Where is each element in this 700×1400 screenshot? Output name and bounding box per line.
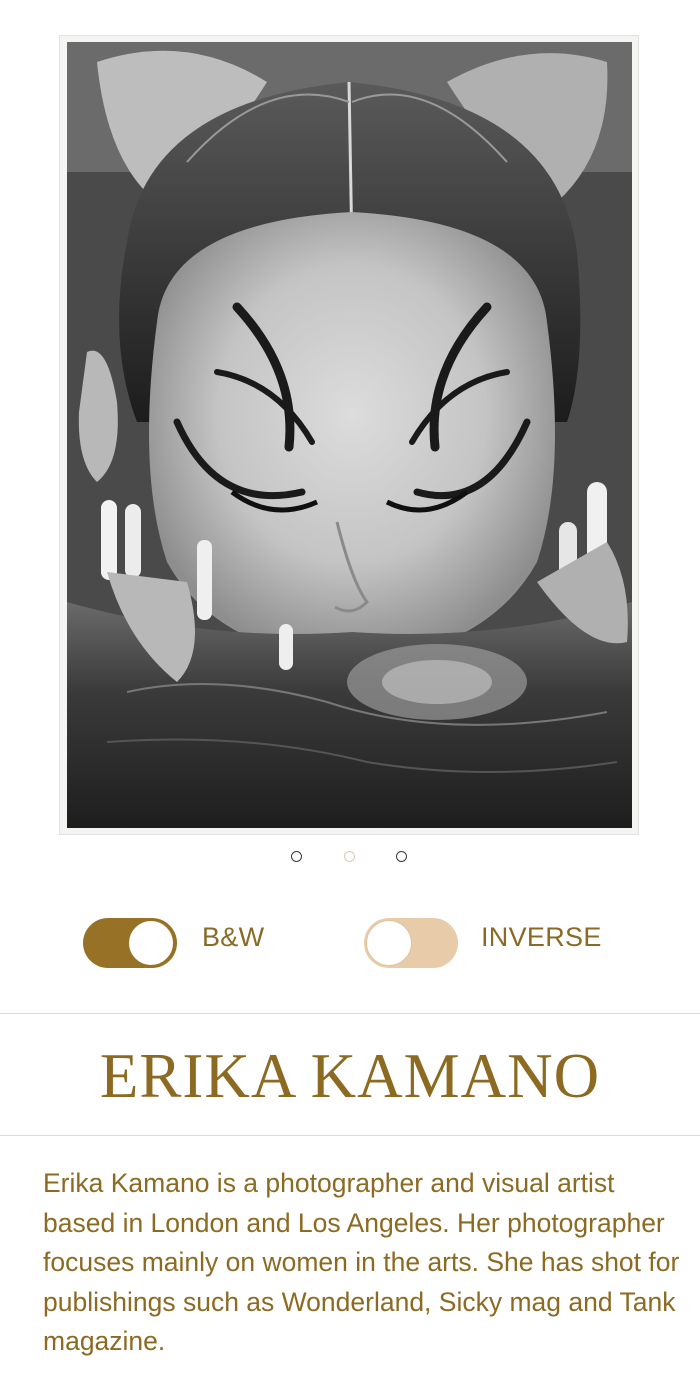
- photo-frame: [60, 36, 638, 834]
- inverse-toggle-knob: [366, 920, 412, 966]
- divider-top: [0, 1013, 700, 1014]
- portrait-photo[interactable]: [67, 42, 632, 828]
- inverse-toggle-label: INVERSE: [481, 922, 602, 952]
- carousel-pagination: [0, 851, 700, 865]
- bw-toggle-knob: [128, 920, 174, 966]
- inverse-toggle[interactable]: [364, 918, 458, 968]
- carousel-dot-2[interactable]: [344, 851, 355, 862]
- bw-toggle-label: B&W: [202, 922, 265, 952]
- bw-toggle[interactable]: [83, 918, 177, 968]
- artist-name: ERIKA KAMANO: [99, 1041, 601, 1111]
- carousel-dot-1[interactable]: [291, 851, 302, 862]
- artist-bio: Erika Kamano is a photographer and visua…: [43, 1168, 680, 1356]
- divider-bottom: [0, 1135, 700, 1136]
- carousel-dot-3[interactable]: [396, 851, 407, 862]
